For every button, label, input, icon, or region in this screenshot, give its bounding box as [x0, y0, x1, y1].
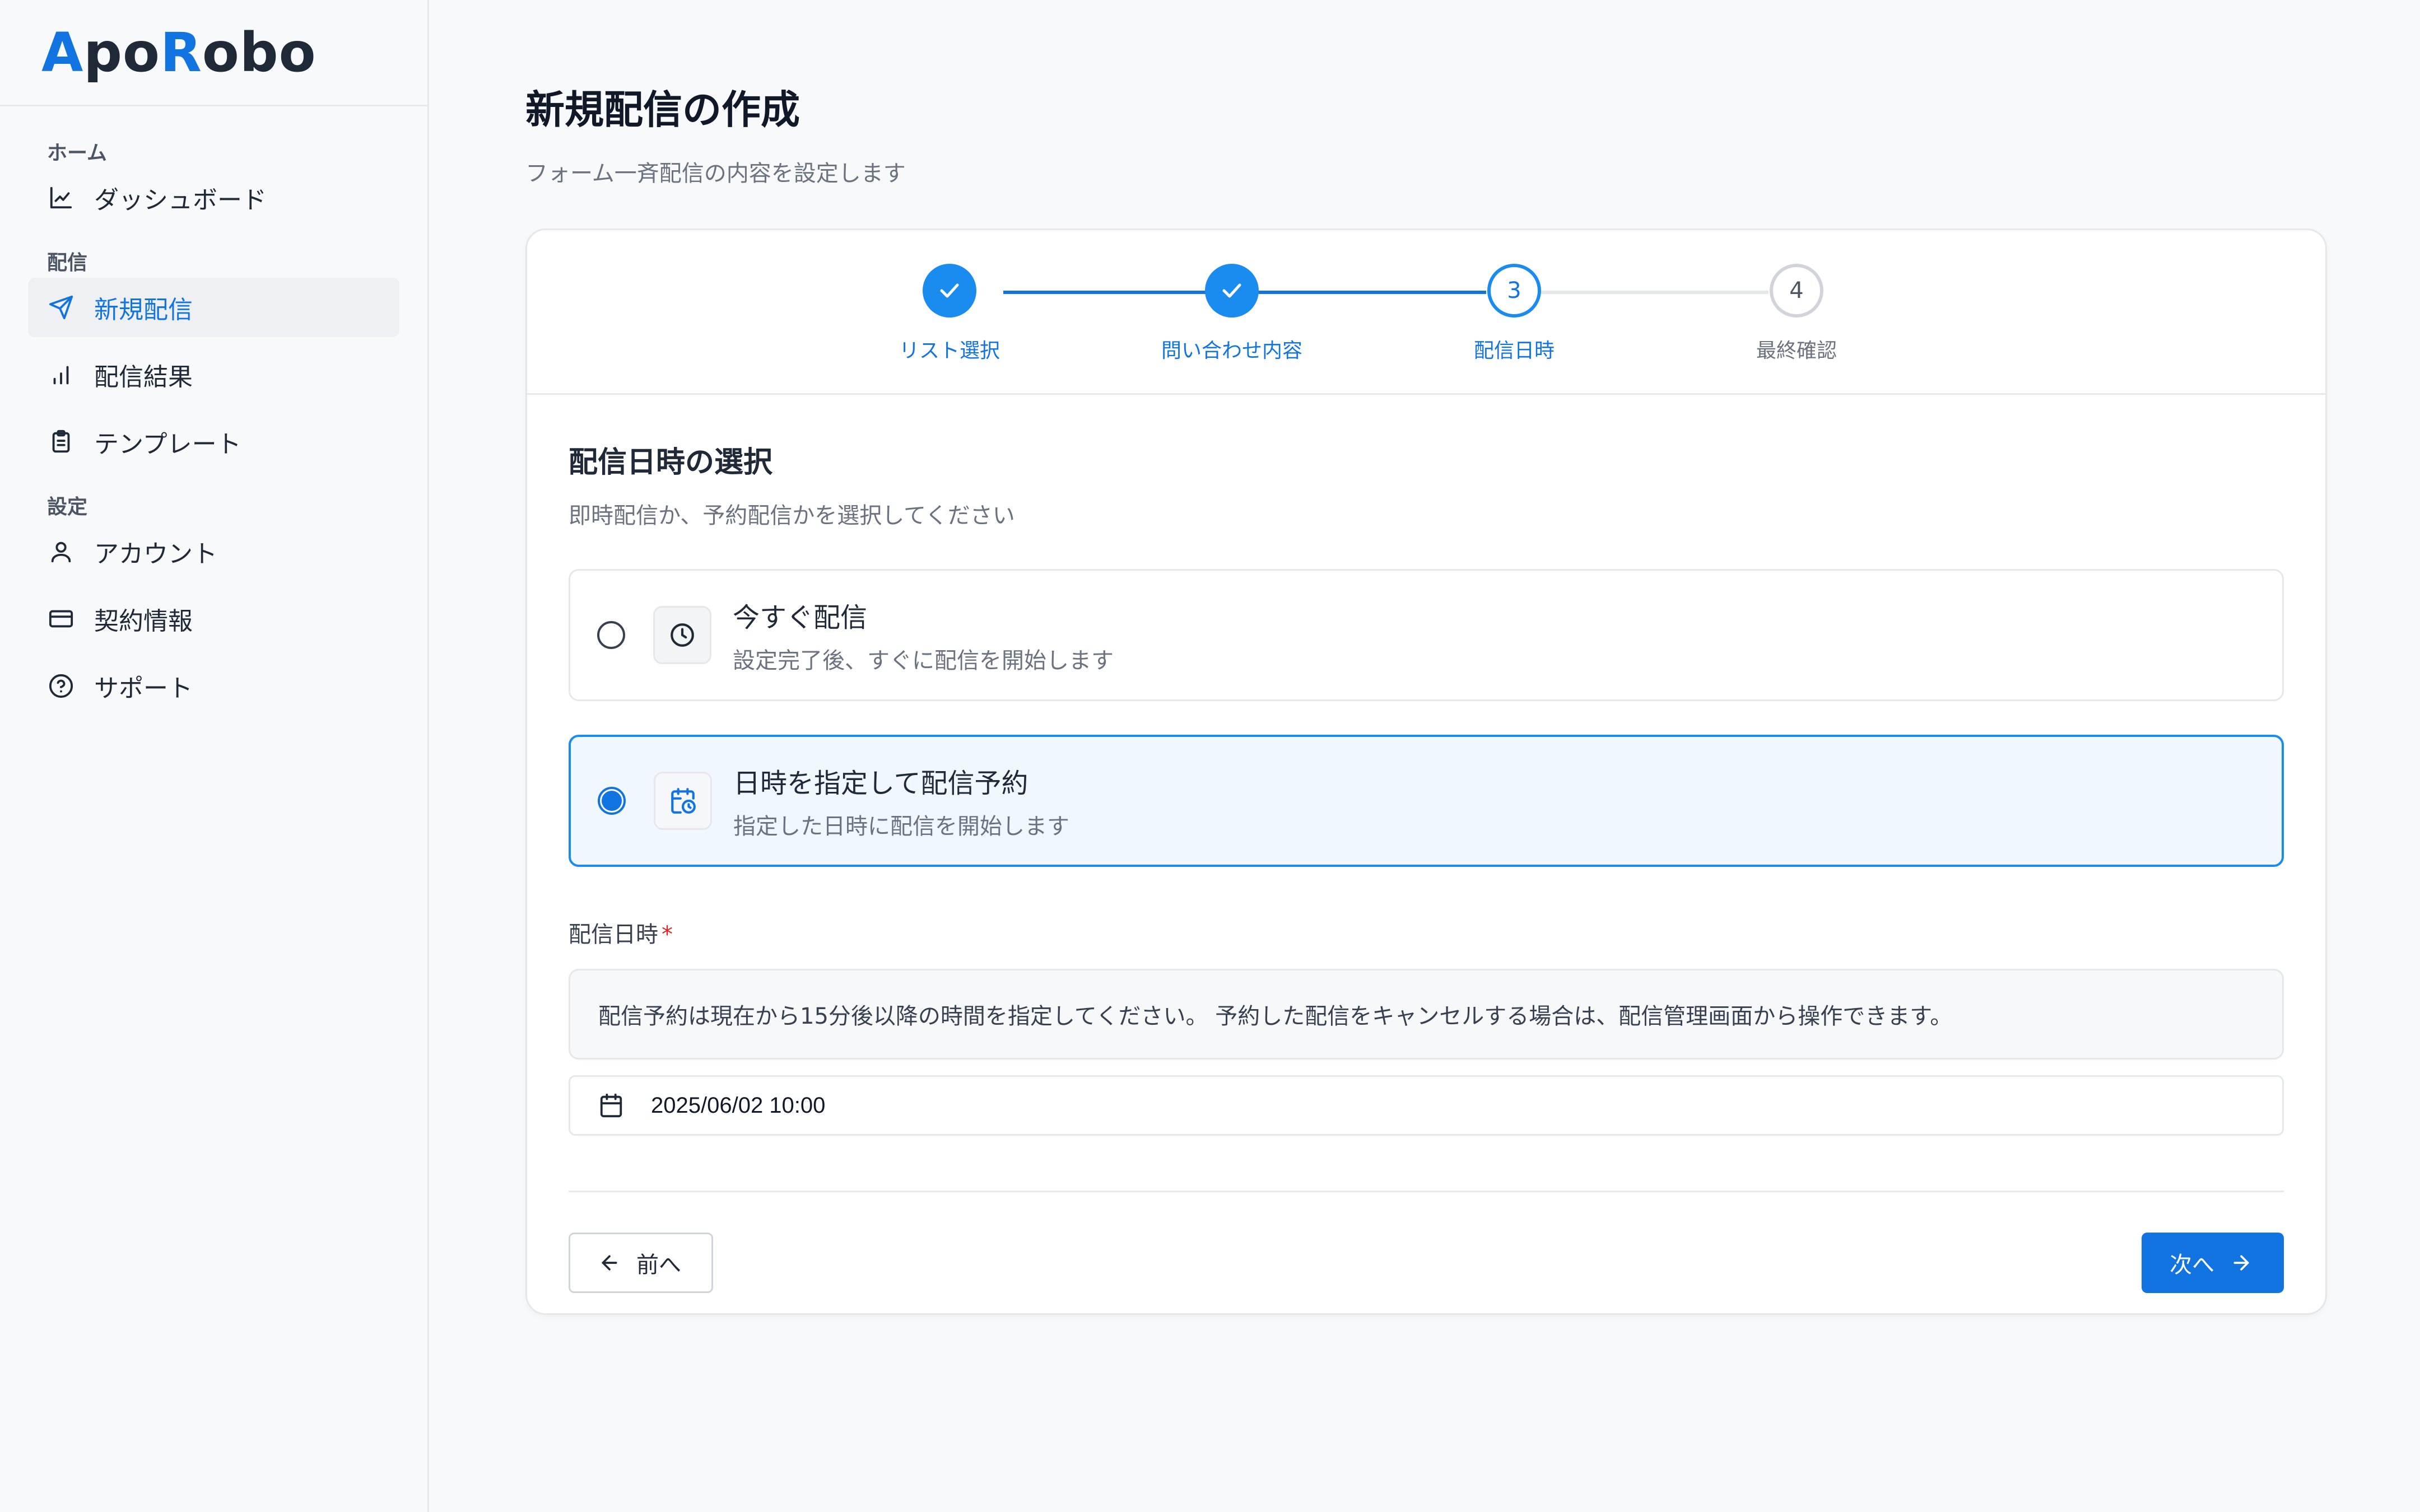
sidebar-item-contract[interactable]: 契約情報: [28, 589, 399, 648]
user-icon: [47, 538, 75, 566]
step-circle-done: [923, 264, 976, 318]
radio-send-now[interactable]: [597, 621, 625, 649]
sidebar-item-label: アカウント: [94, 540, 217, 568]
chart-line-icon: [47, 184, 75, 212]
page-title: 新規配信の作成: [525, 87, 800, 133]
nav-heading-home: ホーム: [47, 142, 107, 165]
option-schedule[interactable]: 日時を指定して配信予約 指定した日時に配信を開始します: [569, 735, 2284, 867]
datetime-input[interactable]: [651, 1093, 1211, 1118]
schedule-notice: 配信予約は現在から15分後以降の時間を指定してください。 予約した配信をキャンセ…: [569, 969, 2284, 1060]
logo[interactable]: ApoRobo: [41, 21, 317, 84]
arrow-right-icon: [2233, 1255, 2249, 1271]
step-list-select[interactable]: リスト選択: [837, 264, 1062, 363]
step-circle-pending: 4: [1770, 264, 1823, 318]
step-label: 問い合わせ内容: [1161, 339, 1302, 362]
next-button[interactable]: 次へ: [2142, 1233, 2284, 1293]
sidebar-item-label: テンプレート: [94, 430, 241, 459]
step-delivery-datetime[interactable]: 3 配信日時: [1402, 264, 1626, 363]
next-button-label: 次へ: [2170, 1253, 2214, 1277]
option-send-now[interactable]: 今すぐ配信 設定完了後、すぐに配信を開始します: [569, 569, 2284, 701]
main-content: 新規配信の作成 フォーム一斉配信の内容を設定します リスト選択 問い合わせ内容 …: [429, 0, 2420, 1512]
nav-section-delivery: 配信 新規配信 配信結果 テンプレート: [0, 244, 427, 472]
step-label: 最終確認: [1756, 339, 1837, 362]
step-label: 配信日時: [1473, 339, 1555, 362]
sidebar-item-label: 契約情報: [94, 607, 193, 636]
sidebar-item-label: ダッシュボード: [94, 186, 267, 214]
sidebar-item-support[interactable]: サポート: [28, 656, 399, 716]
step-label: リスト選択: [899, 339, 1000, 362]
sidebar-item-new-delivery[interactable]: 新規配信: [28, 278, 399, 337]
logo-part-po: po: [83, 21, 160, 84]
sidebar-item-label: 配信結果: [94, 363, 193, 391]
step-final-confirm[interactable]: 4 最終確認: [1684, 264, 1909, 363]
calendar-clock-icon: [654, 772, 712, 830]
option-description: 設定完了後、すぐに配信を開始します: [733, 648, 1114, 674]
step-inquiry-content[interactable]: 問い合わせ内容: [1120, 264, 1344, 363]
arrow-left-icon: [602, 1255, 617, 1271]
help-circle-icon: [47, 672, 75, 700]
check-icon: [1222, 283, 1241, 298]
prev-button-label: 前へ: [636, 1253, 681, 1277]
sidebar-item-dashboard[interactable]: ダッシュボード: [28, 168, 399, 227]
nav-heading-settings: 設定: [47, 496, 88, 519]
calendar-icon: [600, 1093, 622, 1118]
step-circle-current: 3: [1487, 264, 1541, 318]
radio-schedule[interactable]: [598, 787, 626, 815]
sidebar-item-account[interactable]: アカウント: [28, 522, 399, 581]
option-text: 今すぐ配信 設定完了後、すぐに配信を開始します: [733, 595, 1114, 675]
required-mark: *: [662, 922, 673, 948]
wizard-actions: 前へ 次へ: [569, 1233, 2284, 1293]
nav-section-home: ホーム ダッシュボード: [0, 134, 427, 227]
bar-chart-icon: [47, 361, 75, 389]
section-title: 配信日時の選択: [569, 446, 773, 479]
clipboard-icon: [47, 428, 75, 456]
logo-letter-a: A: [41, 21, 84, 84]
nav-heading-delivery: 配信: [47, 251, 88, 274]
card-body: 配信日時の選択 即時配信か、予約配信かを選択してください 今すぐ配信 設定完了後…: [527, 395, 2325, 1293]
option-description: 指定した日時に配信を開始します: [733, 814, 1069, 839]
divider: [569, 1191, 2284, 1192]
wizard-card: リスト選択 問い合わせ内容 3 配信日時 4 最終確認 配信日時の選択 即時配信…: [525, 228, 2327, 1315]
option-text: 日時を指定して配信予約 指定した日時に配信を開始します: [733, 761, 1069, 841]
option-title: 日時を指定して配信予約: [733, 768, 1028, 799]
logo-part-obo: obo: [202, 21, 317, 84]
datetime-label-text: 配信日時: [569, 922, 658, 948]
nav-section-settings: 設定 アカウント 契約情報 サポート: [0, 488, 427, 716]
sidebar-item-delivery-results[interactable]: 配信結果: [28, 345, 399, 404]
step-circle-done: [1205, 264, 1259, 318]
clock-icon: [653, 606, 711, 664]
sidebar-item-label: サポート: [94, 674, 193, 703]
credit-card-icon: [47, 605, 75, 633]
datetime-input-wrapper[interactable]: [569, 1075, 2284, 1136]
logo-area: ApoRobo: [0, 0, 427, 106]
sidebar-item-templates[interactable]: テンプレート: [28, 412, 399, 472]
check-icon: [940, 283, 959, 298]
option-title: 今すぐ配信: [733, 602, 868, 633]
page-subtitle: フォーム一斉配信の内容を設定します: [525, 161, 906, 186]
app-root: ApoRobo ホーム ダッシュボード 配信 新規配信 配信結果 テンプレート …: [0, 0, 2420, 1512]
stepper: リスト選択 問い合わせ内容 3 配信日時 4 最終確認: [527, 230, 2325, 395]
prev-button[interactable]: 前へ: [569, 1233, 713, 1293]
section-description: 即時配信か、予約配信かを選択してください: [569, 503, 1015, 529]
sidebar-item-label: 新規配信: [94, 296, 193, 324]
logo-letter-r: R: [160, 21, 202, 84]
datetime-field-label: 配信日時 *: [569, 916, 2284, 949]
send-icon: [47, 293, 75, 321]
sidebar: ApoRobo ホーム ダッシュボード 配信 新規配信 配信結果 テンプレート …: [0, 0, 429, 1512]
